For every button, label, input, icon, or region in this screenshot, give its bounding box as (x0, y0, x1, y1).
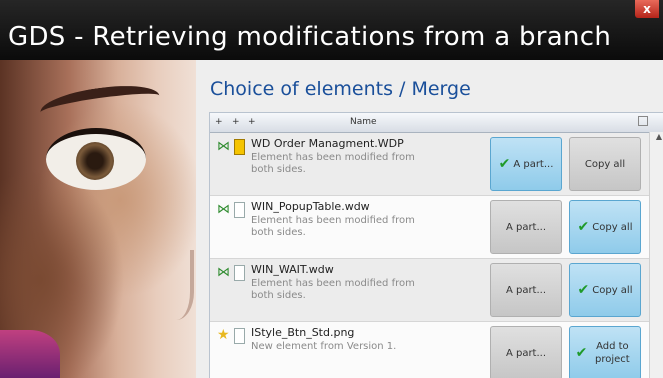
decorative-portrait-image (0, 60, 196, 378)
table-row[interactable]: ⋈ WD Order Managment.WDP Element has bee… (210, 133, 650, 196)
element-name: WIN_WAIT.wdw (251, 263, 334, 276)
document-icon (234, 202, 245, 218)
section-heading: Choice of elements / Merge (210, 78, 471, 100)
element-name: IStyle_Btn_Std.png (251, 326, 355, 339)
window-title: GDS - Retrieving modifications from a br… (8, 22, 612, 52)
check-icon: ✔ (577, 219, 590, 235)
element-name: WIN_PopupTable.wdw (251, 200, 370, 213)
merge-icon[interactable]: ⋈ (217, 140, 230, 153)
copy-all-button[interactable]: ✔ Copy all (569, 200, 641, 254)
element-description: New element from Version 1. (251, 341, 397, 352)
star-icon[interactable]: ★ (217, 328, 230, 342)
portrait-eyebrow (38, 79, 162, 129)
a-part-button[interactable]: A part... (490, 263, 562, 317)
add-to-project-button[interactable]: ✔ Add to project (569, 326, 641, 378)
document-icon (234, 328, 245, 344)
document-icon (234, 265, 245, 281)
portrait-lips (0, 330, 60, 378)
element-description: Element has been modified from both side… (251, 152, 415, 175)
portrait-nose (150, 250, 194, 320)
column-options-icon[interactable] (638, 116, 648, 126)
a-part-button[interactable]: A part... (490, 326, 562, 378)
element-name: WD Order Managment.WDP (251, 137, 404, 150)
grid-header: + + + Name (210, 113, 663, 133)
merge-icon[interactable]: ⋈ (217, 203, 230, 216)
close-button[interactable]: x (635, 0, 659, 18)
portrait-iris (76, 142, 114, 180)
table-row[interactable]: ★ IStyle_Btn_Std.png New element from Ve… (210, 322, 650, 378)
sort-arrow-icon[interactable]: + (232, 117, 240, 127)
merge-icon[interactable]: ⋈ (217, 266, 230, 279)
table-row[interactable]: ⋈ WIN_PopupTable.wdw Element has been mo… (210, 196, 650, 259)
check-icon: ✔ (575, 345, 588, 361)
a-part-button[interactable]: ✔ A part... (490, 137, 562, 191)
column-header-name[interactable]: Name (350, 117, 377, 127)
portrait-eye (46, 128, 146, 190)
element-description: Element has been modified from both side… (251, 215, 415, 238)
check-icon: ✔ (577, 282, 590, 298)
copy-all-button[interactable]: Copy all (569, 137, 641, 191)
elements-grid: + + + Name ⋈ WD Order Managment.WDP Elem… (209, 112, 663, 378)
a-part-button[interactable]: A part... (490, 200, 562, 254)
element-description: Element has been modified from both side… (251, 278, 415, 301)
title-bar: GDS - Retrieving modifications from a br… (0, 0, 663, 60)
copy-all-button[interactable]: ✔ Copy all (569, 263, 641, 317)
vertical-scrollbar[interactable]: ▲ (649, 132, 663, 378)
scroll-up-icon[interactable]: ▲ (656, 132, 662, 141)
warning-icon (234, 139, 245, 155)
sort-arrow-icon[interactable]: + (215, 117, 223, 127)
application-window: GDS - Retrieving modifications from a br… (0, 0, 663, 378)
sort-arrow-icon[interactable]: + (248, 117, 256, 127)
table-row[interactable]: ⋈ WIN_WAIT.wdw Element has been modified… (210, 259, 650, 322)
check-icon: ✔ (498, 156, 511, 172)
